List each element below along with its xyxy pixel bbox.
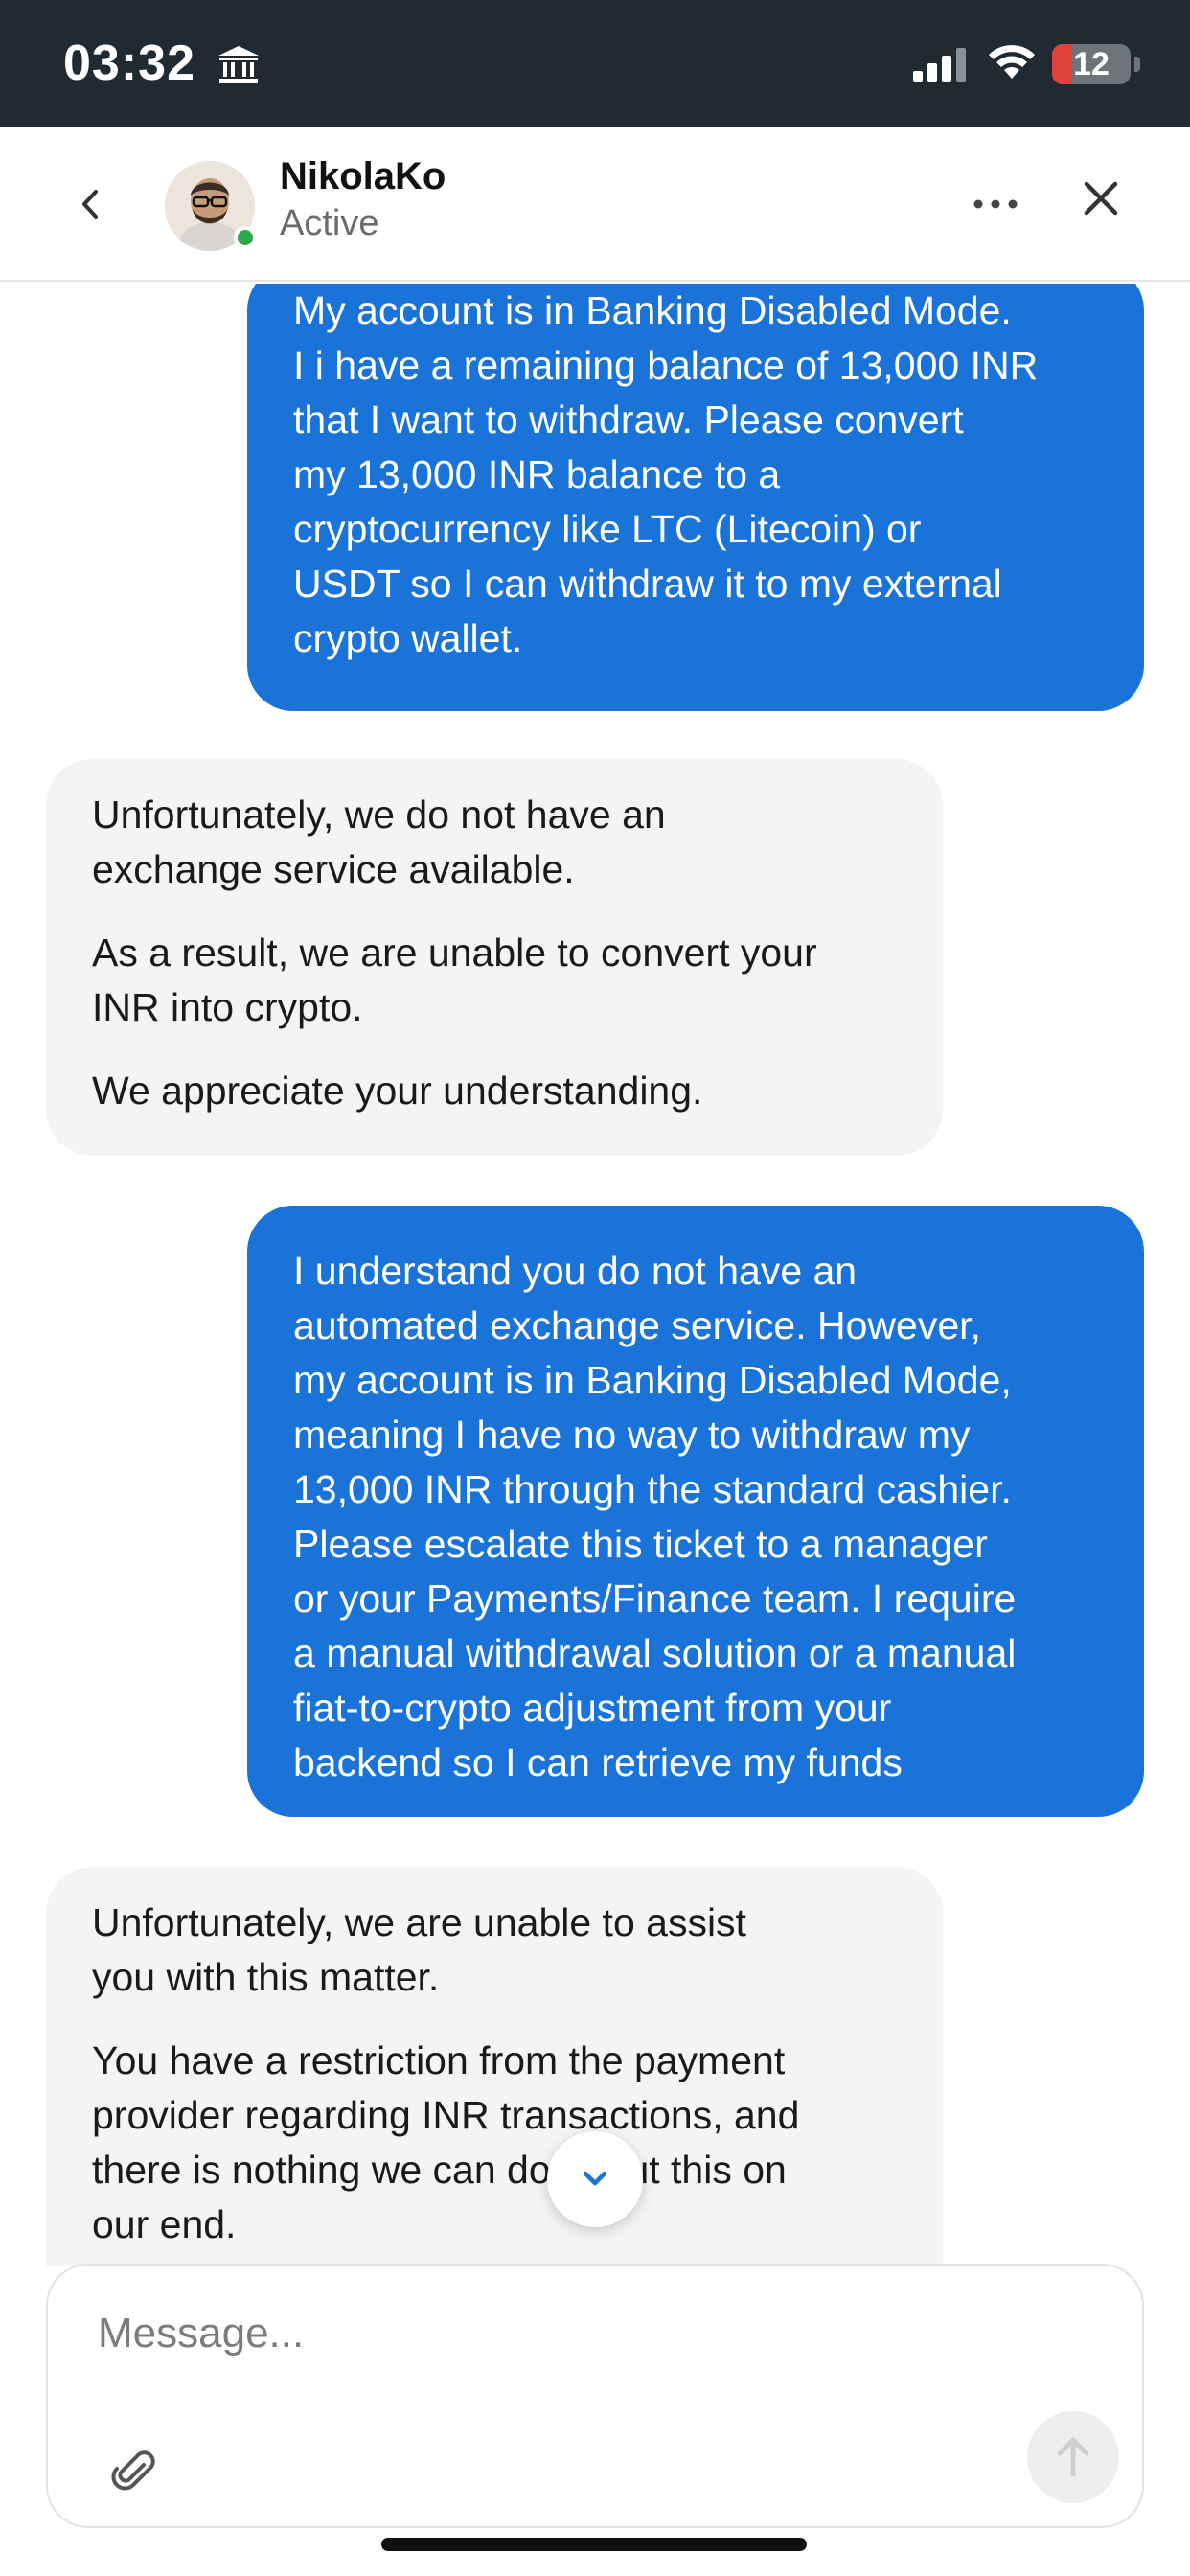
battery-level: 12 [1073, 46, 1110, 82]
status-time: 03:32 [63, 35, 195, 91]
close-button[interactable] [1077, 174, 1125, 222]
message-text: Unfortunately, we are unable to assist y… [92, 1900, 746, 1999]
wifi-icon [989, 45, 1035, 79]
send-button[interactable] [1027, 2411, 1119, 2503]
bank-icon [218, 46, 259, 83]
message-text: Unfortunately, we do not have an exchang… [92, 793, 666, 891]
more-options-button[interactable] [970, 180, 1021, 228]
chevron-down-icon [583, 2171, 607, 2186]
status-bar: 03:32 12 [0, 0, 1190, 126]
incoming-message: Unfortunately, we do not have an exchang… [46, 759, 943, 1156]
message-text: I understand you do not have an automate… [293, 1249, 1017, 1784]
outgoing-message: I understand you do not have an automate… [247, 1206, 1144, 1817]
close-icon [1084, 181, 1118, 216]
attach-button[interactable] [107, 2446, 161, 2499]
chat-header: NikolaKo Active [0, 126, 1190, 282]
message-text: As a result, we are unable to convert yo… [92, 931, 817, 1029]
cellular-signal-icon [913, 48, 966, 82]
scroll-to-bottom-button[interactable] [547, 2131, 643, 2227]
paperclip-icon [111, 2450, 155, 2491]
message-text: We appreciate your understanding. [92, 1069, 703, 1113]
more-horizontal-icon [973, 199, 1018, 209]
arrow-up-icon [1057, 2437, 1089, 2477]
battery-icon: 12 [1052, 44, 1131, 84]
online-status-dot [234, 226, 257, 249]
agent-status: Active [280, 203, 379, 243]
home-indicator[interactable] [381, 2538, 807, 2551]
outgoing-message: My account is in Banking Disabled Mode. … [247, 284, 1144, 711]
message-list[interactable]: My account is in Banking Disabled Mode. … [0, 284, 1190, 2266]
message-composer [46, 2264, 1144, 2528]
message-text: My account is in Banking Disabled Mode. … [293, 288, 1039, 660]
message-input[interactable] [96, 2300, 1054, 2367]
agent-name: NikolaKo [280, 155, 446, 197]
chevron-left-icon [82, 190, 98, 218]
back-button[interactable] [67, 180, 115, 228]
message-text: You have a restriction from the payment … [92, 2038, 800, 2246]
incoming-message: Unfortunately, we are unable to assist y… [46, 1867, 943, 2266]
